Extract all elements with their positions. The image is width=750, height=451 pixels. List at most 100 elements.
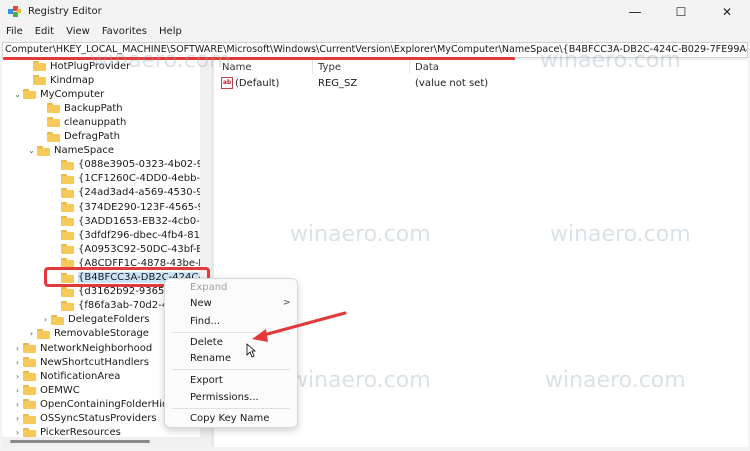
tree-item[interactable]: DefragPath (36, 130, 120, 144)
value-name[interactable]: (Default) (235, 78, 279, 89)
tree-item-label: NewShortcutHandlers (40, 356, 149, 368)
menu-item-copy-key-name[interactable]: Copy Key Name (190, 413, 269, 424)
folder-icon (61, 216, 74, 227)
tree-item-label: RemovableStorage (54, 328, 149, 340)
menu-item-rename[interactable]: Rename (190, 353, 231, 364)
folder-icon (23, 357, 36, 368)
expand-chevron-right-icon[interactable]: › (40, 315, 51, 324)
folder-icon (33, 75, 46, 86)
value-data: (value not set) (415, 78, 489, 89)
expand-chevron-right-icon[interactable]: › (12, 414, 23, 423)
folder-icon (51, 314, 64, 325)
expand-chevron-down-icon[interactable]: ⌄ (12, 90, 23, 99)
tree-item[interactable]: HotPlugProvider (22, 59, 130, 73)
tree-item-label: NotificationArea (40, 370, 121, 382)
menu-separator (172, 369, 290, 370)
submenu-arrow-icon: > (283, 298, 291, 308)
folder-icon (61, 159, 74, 170)
expand-chevron-right-icon[interactable]: › (12, 428, 23, 437)
tree-item[interactable]: {24ad3ad4-a569-4530-98e1-ab( (50, 186, 200, 200)
column-header-type[interactable]: Type (318, 62, 341, 73)
tree-item[interactable]: Kindmap (22, 73, 94, 87)
tree-item-label: PickerResources (40, 427, 121, 437)
folder-icon (61, 244, 74, 255)
string-value-icon: ab (221, 77, 233, 89)
folder-icon (47, 103, 60, 114)
tree-item[interactable]: {A0953C92-50DC-43bf-BE83-37 (50, 242, 200, 256)
menu-item-export[interactable]: Export (190, 375, 223, 386)
column-divider[interactable] (409, 60, 410, 74)
tree-item-label: {088e3905-0323-4b02-9826-5d9 (78, 159, 200, 171)
tree-item-label: {3ADD1653-EB32-4cb0-BBD7-D (78, 215, 200, 227)
tree-item-label: {374DE290-123F-4565-9164-39( (78, 201, 200, 213)
tree-item[interactable]: ⌄ NameSpace (26, 144, 114, 158)
tree-item-label: DelegateFolders (68, 314, 150, 326)
close-button[interactable]: ✕ (704, 0, 750, 24)
tree-item-label: Kindmap (50, 74, 95, 86)
folder-icon (61, 286, 74, 297)
maximize-button[interactable]: ☐ (658, 0, 704, 24)
tree-item[interactable]: › NotificationArea (12, 369, 121, 383)
folder-icon (23, 427, 36, 437)
tree-item-label: NameSpace (54, 145, 114, 157)
tree-item-label: OEMWC (40, 384, 80, 396)
folder-icon (33, 61, 46, 71)
tree-item[interactable]: › NetworkNeighborhood (12, 341, 152, 355)
tree-item[interactable]: BackupPath (36, 101, 123, 115)
tree-item[interactable]: {374DE290-123F-4565-9164-39( (50, 200, 200, 214)
tree-item[interactable]: › OpenContainingFolderHidden (12, 397, 187, 411)
tree-scroll-thumb[interactable] (10, 440, 150, 443)
expand-chevron-right-icon[interactable]: › (12, 344, 23, 353)
menu-item-permissions[interactable]: Permissions... (190, 392, 259, 403)
expand-chevron-right-icon[interactable]: › (12, 400, 23, 409)
folder-icon (23, 371, 36, 382)
menu-separator (172, 332, 290, 333)
tree-item-label: MyComputer (40, 88, 105, 100)
folder-icon (61, 173, 74, 184)
tree-item[interactable]: cleanuppath (36, 115, 126, 129)
tree-item-label: BackupPath (64, 102, 123, 114)
tree-item[interactable]: › RemovableStorage (26, 327, 149, 341)
minimize-button[interactable]: — (612, 0, 658, 24)
tree-item[interactable]: › OSSyncStatusProviders (12, 412, 157, 426)
tree-item[interactable]: ⌄ MyComputer (12, 87, 104, 101)
folder-icon (37, 328, 50, 339)
expand-chevron-down-icon[interactable]: ⌄ (26, 146, 37, 155)
tree-item[interactable]: › NewShortcutHandlers (12, 355, 149, 369)
column-header-data[interactable]: Data (415, 62, 439, 73)
folder-icon (61, 300, 74, 311)
folder-icon (61, 187, 74, 198)
tree-item[interactable]: {1CF1260C-4DD0-4ebb-811F-33 (50, 172, 200, 186)
expand-chevron-right-icon[interactable]: › (12, 372, 23, 381)
folder-icon (47, 117, 60, 128)
column-header-name[interactable]: Name (222, 62, 252, 73)
value-type: REG_SZ (318, 78, 358, 89)
folder-icon (23, 89, 36, 100)
tree-item[interactable]: {3dfdf296-dbec-4fb4-81d1-6a3 (50, 228, 200, 242)
expand-chevron-right-icon[interactable]: › (12, 386, 23, 395)
column-divider[interactable] (312, 60, 313, 74)
folder-icon (23, 343, 36, 353)
tree-item-label: DefragPath (64, 131, 120, 142)
tree-item[interactable]: › OEMWC (12, 383, 80, 397)
tree-item-label: HotPlugProvider (50, 60, 131, 72)
tree-item[interactable]: {088e3905-0323-4b02-9826-5d9 (50, 158, 200, 172)
menu-item-expand: Expand (190, 282, 228, 293)
expand-chevron-right-icon[interactable]: › (12, 358, 23, 367)
tree-item-label: NetworkNeighborhood (40, 342, 153, 354)
tree-item[interactable]: › DelegateFolders (40, 313, 150, 327)
folder-icon (37, 145, 50, 156)
menu-item-new[interactable]: New (190, 298, 212, 309)
expand-chevron-right-icon[interactable]: › (26, 329, 37, 338)
mouse-cursor-icon (246, 343, 256, 358)
tree-item-label: {3dfdf296-dbec-4fb4-81d1-6a3 (78, 229, 200, 241)
tree-item[interactable]: {3ADD1653-EB32-4cb0-BBD7-D (50, 214, 200, 228)
tree-item[interactable]: › PickerResources (12, 426, 121, 437)
menu-separator (172, 408, 290, 409)
menu-item-delete[interactable]: Delete (190, 337, 223, 348)
tree-item-label: {A0953C92-50DC-43bf-BE83-37 (78, 243, 200, 255)
tree-item-label: cleanuppath (64, 116, 127, 128)
folder-icon (23, 413, 36, 424)
folder-icon (61, 230, 74, 241)
menu-item-find[interactable]: Find... (190, 316, 220, 327)
